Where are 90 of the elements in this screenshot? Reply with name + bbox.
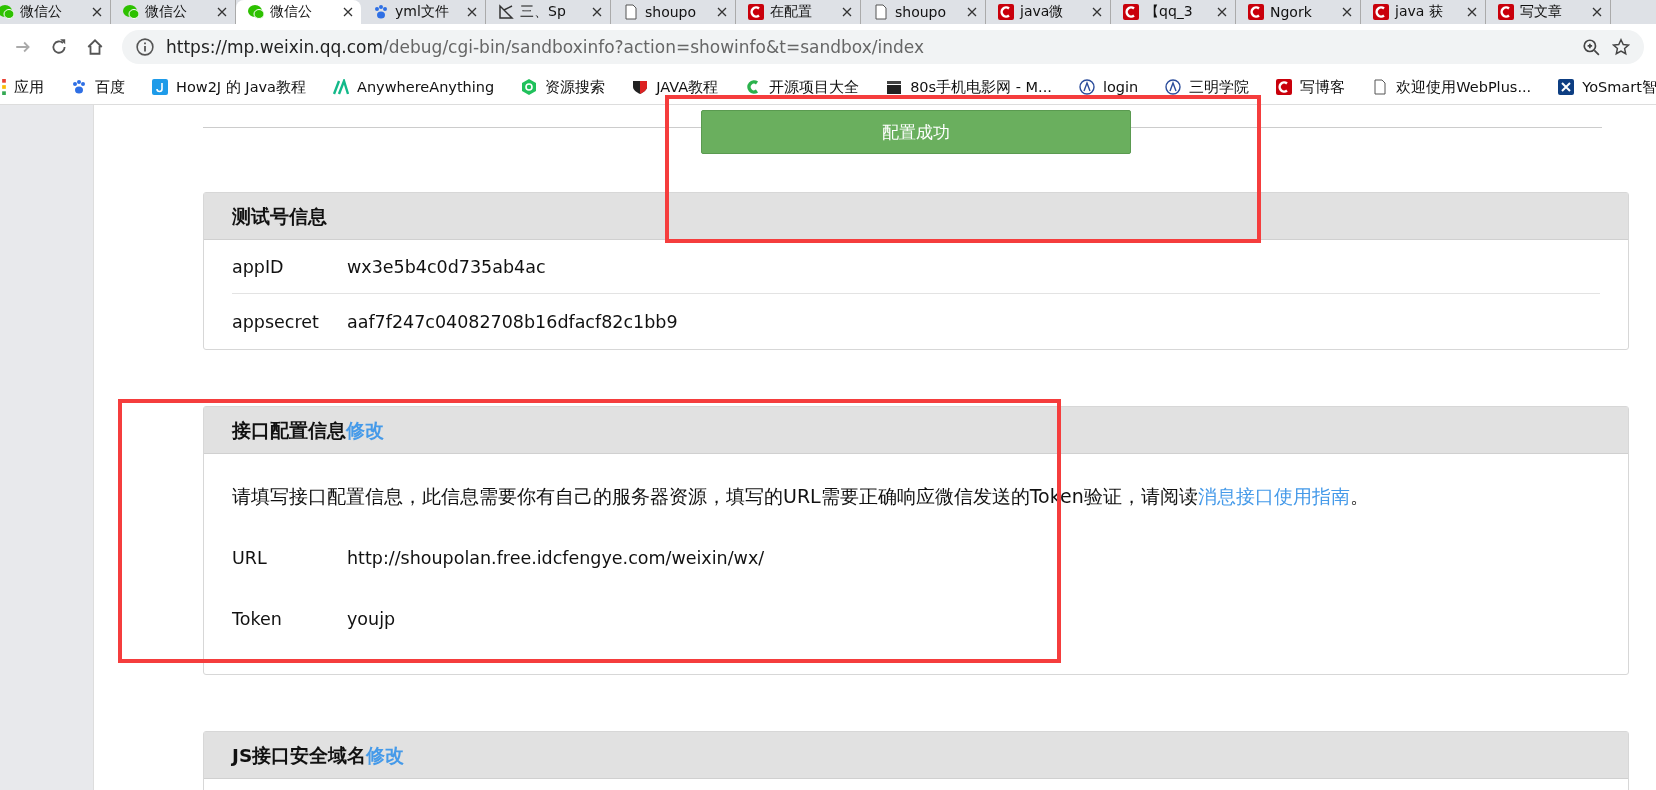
close-icon[interactable]: [967, 7, 977, 17]
j-logo-icon: [152, 79, 168, 95]
close-icon[interactable]: [1592, 7, 1602, 17]
panel-title: 测试号信息: [232, 204, 327, 229]
bookmark[interactable]: 写博客: [1276, 77, 1346, 97]
bookmark-label: 写博客: [1300, 77, 1346, 97]
bookmark[interactable]: JAVA教程: [632, 77, 719, 97]
clapperboard-icon: [886, 79, 903, 95]
chat-bubble-icon: [123, 4, 139, 20]
page-icon: [1372, 79, 1389, 95]
field-value: aaf7f247c04082708b16dfacf82c1bb9: [347, 311, 678, 332]
bookmark-label: YoSmart智: [1582, 77, 1656, 97]
x-logo-icon: [1558, 79, 1575, 95]
page-icon: [623, 4, 639, 20]
close-icon[interactable]: [592, 7, 602, 17]
chart-logo-icon: [498, 4, 514, 20]
home-icon[interactable]: [86, 38, 104, 56]
chat-bubble-icon: [0, 4, 14, 20]
bookmark-label: 资源搜索: [545, 77, 606, 97]
page-icon: [873, 4, 889, 20]
bookmark[interactable]: login: [1078, 79, 1139, 95]
shield-icon: [632, 79, 649, 95]
reload-icon[interactable]: [50, 38, 68, 56]
close-icon[interactable]: [717, 7, 727, 17]
close-icon[interactable]: [343, 7, 353, 17]
bookmark-label: 三明学院: [1189, 77, 1250, 97]
bookmark[interactable]: 百度: [71, 77, 125, 97]
slash-logo-icon: [333, 79, 349, 95]
c-logo-icon: [1373, 4, 1389, 20]
c-logo-icon: [1498, 4, 1514, 20]
bookmark-label: 开源项目大全: [769, 77, 860, 97]
field-value: wx3e5b4c0d735ab4ac: [347, 256, 546, 277]
field-label: appsecret: [232, 311, 320, 332]
close-icon[interactable]: [1217, 7, 1227, 17]
close-icon[interactable]: [842, 7, 852, 17]
apps-grid-icon: [2, 79, 6, 95]
bookmark-label: login: [1102, 79, 1139, 95]
bookmark[interactable]: 开源项目大全: [745, 77, 860, 97]
hexagon-icon: [521, 79, 538, 95]
close-icon[interactable]: [1467, 7, 1477, 17]
paw-icon: [373, 4, 389, 20]
tab-title: 微信公: [20, 3, 63, 21]
c-logo-icon: [998, 4, 1014, 20]
emblem-icon: [1165, 79, 1182, 95]
address-bar[interactable]: https://mp.weixin.qq.com/debug/cgi-bin/sandboxinfo?action=showinfo&t=sandbox/index: [122, 30, 1644, 64]
star-icon[interactable]: [1612, 38, 1630, 56]
chat-bubble-icon: [248, 4, 264, 20]
url-text: https://mp.weixin.qq.com/debug/cgi-bin/sandboxinfo?action=showinfo&t=sandbox/index: [166, 37, 924, 57]
close-icon[interactable]: [217, 7, 227, 17]
close-icon[interactable]: [1092, 7, 1102, 17]
zoom-icon[interactable]: [1582, 38, 1600, 56]
panel-title: 接口配置信息: [232, 418, 346, 443]
bookmark-label: How2J 的 Java教程: [176, 77, 306, 97]
field-value: youjp: [347, 609, 396, 629]
tab-title: 在配置: [770, 3, 813, 21]
tab-title: 三、Sp: [520, 3, 567, 21]
field-label: URL: [232, 548, 268, 568]
tab-title: 【qq_3: [1145, 3, 1194, 21]
tab-title: 微信公: [145, 3, 188, 21]
bookmark-label: 百度: [95, 77, 125, 97]
bookmark[interactable]: 应用: [2, 77, 44, 97]
browser-tab[interactable]: 微信公: [236, 0, 361, 24]
paw-icon: [71, 79, 87, 95]
bookmark[interactable]: YoSmart智: [1558, 77, 1656, 97]
bookmark[interactable]: How2J 的 Java教程: [152, 77, 306, 97]
c-logo-icon: [1276, 79, 1293, 95]
tab-title: 微信公: [270, 3, 313, 21]
close-icon[interactable]: [92, 7, 102, 17]
tab-title: Ngork: [1270, 4, 1313, 20]
info-icon: [136, 38, 154, 56]
bookmark-label: 应用: [14, 77, 44, 97]
tab-title: java 获: [1395, 3, 1444, 21]
bookmark-label: JAVA教程: [656, 77, 719, 97]
tab-title: yml文件: [395, 3, 450, 21]
field-label: appID: [232, 256, 285, 277]
bookmark[interactable]: 资源搜索: [521, 77, 606, 97]
tab-title: 写文章: [1520, 3, 1563, 21]
c-logo-icon: [748, 4, 764, 20]
close-icon[interactable]: [467, 7, 477, 17]
c-logo-icon: [1248, 4, 1264, 20]
field-label: Token: [232, 609, 283, 629]
bookmark[interactable]: 三明学院: [1165, 77, 1250, 97]
field-value: http://shoupolan.free.idcfengye.com/weixin/wx/: [347, 548, 765, 568]
c-logo-icon: [1123, 4, 1139, 20]
tab-title: shoupo: [645, 4, 698, 20]
tab-title: shoupo: [895, 4, 948, 20]
tab-title: java微: [1020, 3, 1065, 21]
emblem-icon: [1078, 79, 1095, 95]
close-icon[interactable]: [1342, 7, 1352, 17]
panel-title: JS接口安全域名: [232, 743, 367, 768]
